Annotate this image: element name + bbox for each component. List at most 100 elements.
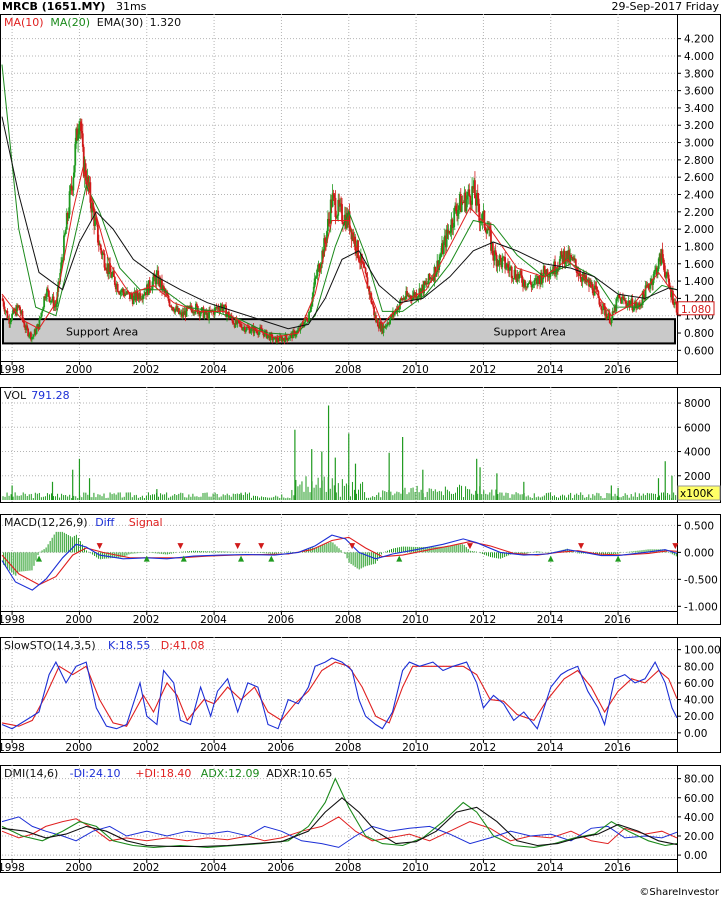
volume-tick-label: 8000: [684, 398, 711, 410]
price-legend-1: MA(20): [50, 16, 90, 29]
price-candle: [570, 255, 572, 257]
macd-x-tick-label: 2014: [537, 614, 564, 626]
price-candle: [32, 334, 35, 337]
credit-label: ©ShareInvestor: [639, 887, 719, 898]
stochastic-panel: 100.00 80.00 60.00 40.00 20.00 0.00 1998 2000 20…: [0, 637, 721, 754]
price-tick-label: 2.400: [684, 190, 714, 202]
dmi-tick-label: 40.00: [684, 812, 714, 824]
price-candle: [308, 311, 310, 322]
macd-x-tick-label: 2010: [402, 614, 429, 626]
dmi-legend-3: ADX:12.09: [201, 767, 260, 780]
ticker-symbol: MRCB (1651.MY): [2, 0, 106, 13]
price-tick-label: 3.200: [684, 120, 714, 132]
macd-panel-frame: [0, 514, 721, 625]
price-tick-label: 2.600: [684, 172, 714, 184]
price-candle: [64, 229, 67, 234]
stochastic-panel-frame: [0, 637, 721, 753]
stochastic-tick-label: 60.00: [684, 678, 714, 690]
dmi-tick-label: 0.00: [684, 850, 707, 862]
price-x-tick-label: 2008: [335, 364, 362, 376]
price-x-tick-label: 2004: [200, 364, 227, 376]
stochastic-x-tick-label: 2006: [267, 742, 294, 754]
stochastic-legend-2: D:41.08: [161, 639, 205, 652]
price-x-tick-label: 2006: [267, 364, 294, 376]
dmi-x-tick-label: 1998: [0, 862, 25, 874]
dmi-tick-label: 80.00: [684, 774, 714, 786]
price-tick-label: 2.000: [684, 224, 714, 236]
volume-tick-label: 2000: [684, 471, 711, 483]
price-tick-label: 1.800: [684, 241, 714, 253]
price-tick-label: 3.800: [684, 68, 714, 80]
price-candle: [560, 251, 563, 255]
price-candle: [72, 177, 75, 191]
price-panel: 0.6000.8001.0001.2001.4001.6001.8002.000…: [0, 14, 721, 376]
price-tick-label: 1.600: [684, 259, 714, 271]
dmi-x-tick-label: 2016: [604, 862, 631, 874]
price-x-tick-label: 2000: [65, 364, 92, 376]
macd-tick-label: 0.000: [684, 547, 714, 559]
stochastic-x-tick-label: 2004: [200, 742, 227, 754]
macd-x-tick-label: 2004: [200, 614, 227, 626]
dmi-legend-4: ADXR:10.65: [266, 767, 332, 780]
stochastic-x-tick-label: 2014: [537, 742, 564, 754]
macd-x-tick-label: 2016: [604, 614, 631, 626]
price-candle: [47, 290, 50, 297]
macd-x-tick-label: 2002: [133, 614, 160, 626]
price-tick-label: 1.400: [684, 276, 714, 288]
price-candle: [364, 267, 367, 274]
price-candle: [675, 302, 678, 313]
stochastic-tick-label: 100.00: [684, 645, 721, 657]
price-candle: [287, 339, 290, 341]
stochastic-x-tick-label: 2002: [133, 742, 160, 754]
dmi-panel: 80.00 60.00 40.00 20.00 0.00 1998 2000 2002 2004…: [0, 765, 721, 874]
price-tick-label: 3.600: [684, 86, 714, 98]
volume-tick-label: 6000: [684, 422, 711, 434]
macd-x-tick-label: 2008: [335, 614, 362, 626]
stochastic-legend-1: K:18.55: [108, 639, 150, 652]
price-tick-label: 3.400: [684, 103, 714, 115]
ticker-title: MRCB (1651.MY) 31ms: [2, 0, 146, 13]
price-candle: [600, 306, 603, 310]
price-x-tick-label: 1998: [0, 364, 25, 376]
price-legend-0: MA(10): [4, 16, 44, 29]
dmi-tick-label: 20.00: [684, 831, 714, 843]
dmi-x-tick-label: 2000: [65, 862, 92, 874]
macd-x-tick-label: 2012: [469, 614, 496, 626]
price-tick-label: 2.200: [684, 207, 714, 219]
stochastic-x-tick-label: 2008: [335, 742, 362, 754]
chart-header: MRCB (1651.MY) 31ms 29-Sep-2017 Friday: [0, 0, 721, 14]
stochastic-x-tick-label: 2000: [65, 742, 92, 754]
price-candle: [574, 259, 577, 267]
price-candle: [372, 304, 375, 307]
price-legend-2: EMA(30): [97, 16, 144, 29]
price-x-tick-label: 2010: [402, 364, 429, 376]
dmi-x-tick-label: 2010: [402, 862, 429, 874]
volume-tick-label: 4000: [684, 447, 711, 459]
price-x-tick-label: 2002: [133, 364, 160, 376]
dmi-legend-2: +DI:18.40: [135, 767, 191, 780]
macd-legend-1: Diff: [95, 516, 115, 529]
macd-tick-label: -1.000: [684, 601, 718, 613]
stochastic-x-tick-label: 1998: [0, 742, 25, 754]
price-x-tick-label: 2014: [537, 364, 564, 376]
price-candle: [155, 273, 158, 285]
macd-tick-label: -0.500: [684, 574, 718, 586]
price-candle: [41, 310, 44, 313]
dmi-legend-1: -DI:24.10: [70, 767, 121, 780]
macd-legend-0: MACD(12,26,9): [4, 516, 88, 529]
chart-date: 29-Sep-2017 Friday: [611, 0, 720, 13]
price-candle: [468, 189, 471, 196]
price-candle: [63, 233, 66, 236]
price-x-tick-label: 2016: [604, 364, 631, 376]
price-candle: [116, 283, 119, 292]
stochastic-legend-0: SlowSTO(14,3,5): [4, 639, 96, 652]
macd-legend-2: Signal: [129, 516, 163, 529]
dmi-x-tick-label: 2012: [469, 862, 496, 874]
macd-tick-label: 0.500: [684, 520, 714, 532]
price-tick-label: 4.200: [684, 34, 714, 46]
support-area-label-left: Support Area: [66, 325, 138, 338]
dmi-x-tick-label: 2002: [133, 862, 160, 874]
stock-chart[interactable]: 0.6000.8001.0001.2001.4001.6001.8002.000…: [0, 14, 721, 886]
price-tick-label: 0.600: [684, 345, 714, 357]
dmi-x-tick-label: 2006: [267, 862, 294, 874]
